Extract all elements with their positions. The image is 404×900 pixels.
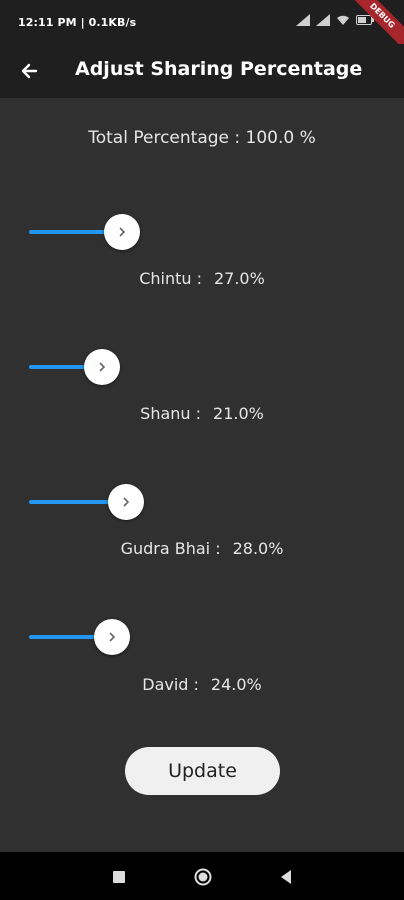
member-name: Shanu :: [140, 404, 202, 423]
member-label: Gudra Bhai : 28.0%: [0, 539, 404, 558]
back-arrow-icon[interactable]: [14, 56, 44, 86]
member-name: Gudra Bhai :: [120, 539, 221, 558]
slider-thumb[interactable]: [107, 484, 144, 520]
status-time-info: 12:11 PM | 0.1KB/s: [18, 16, 137, 29]
slider-thumb[interactable]: [83, 349, 120, 385]
member-percent: 24.0%: [210, 675, 262, 694]
system-nav-bar: [0, 852, 404, 900]
member-percent: 21.0%: [213, 404, 264, 423]
status-bar: 12:11 PM | 0.1KB/s DEBUG: [0, 0, 404, 56]
member-label: Chintu : 27.0%: [0, 269, 404, 288]
slider-track[interactable]: [29, 230, 375, 234]
slider-thumb[interactable]: [94, 619, 131, 655]
page-title: Adjust Sharing Percentage: [75, 58, 363, 80]
member-percent: 28.0%: [232, 539, 284, 558]
slider-thumb[interactable]: [104, 214, 141, 250]
signal-icon-2: [316, 14, 330, 26]
chevron-right-icon: [123, 497, 130, 507]
chevron-right-icon: [119, 227, 126, 237]
total-percentage: Total Percentage : 100.0 %: [88, 128, 316, 148]
member-name: David :: [142, 675, 199, 694]
member-name: Chintu :: [139, 269, 202, 288]
member-percent: 27.0%: [213, 269, 265, 288]
update-button[interactable]: Update: [125, 747, 280, 795]
slider-track[interactable]: [29, 365, 375, 369]
slider-track[interactable]: [29, 635, 375, 639]
slider-track[interactable]: [29, 500, 375, 504]
home-circle-icon[interactable]: [194, 868, 212, 886]
status-icons: [296, 14, 374, 26]
signal-icon: [296, 14, 310, 26]
wifi-icon: [337, 15, 349, 25]
back-triangle-icon[interactable]: [278, 868, 294, 886]
member-label: Shanu : 21.0%: [0, 404, 404, 423]
app-bar: Adjust Sharing Percentage: [0, 44, 404, 98]
recents-square-icon[interactable]: [113, 871, 125, 883]
member-label: David : 24.0%: [0, 675, 404, 694]
chevron-right-icon: [99, 362, 105, 372]
chevron-right-icon: [109, 632, 116, 642]
